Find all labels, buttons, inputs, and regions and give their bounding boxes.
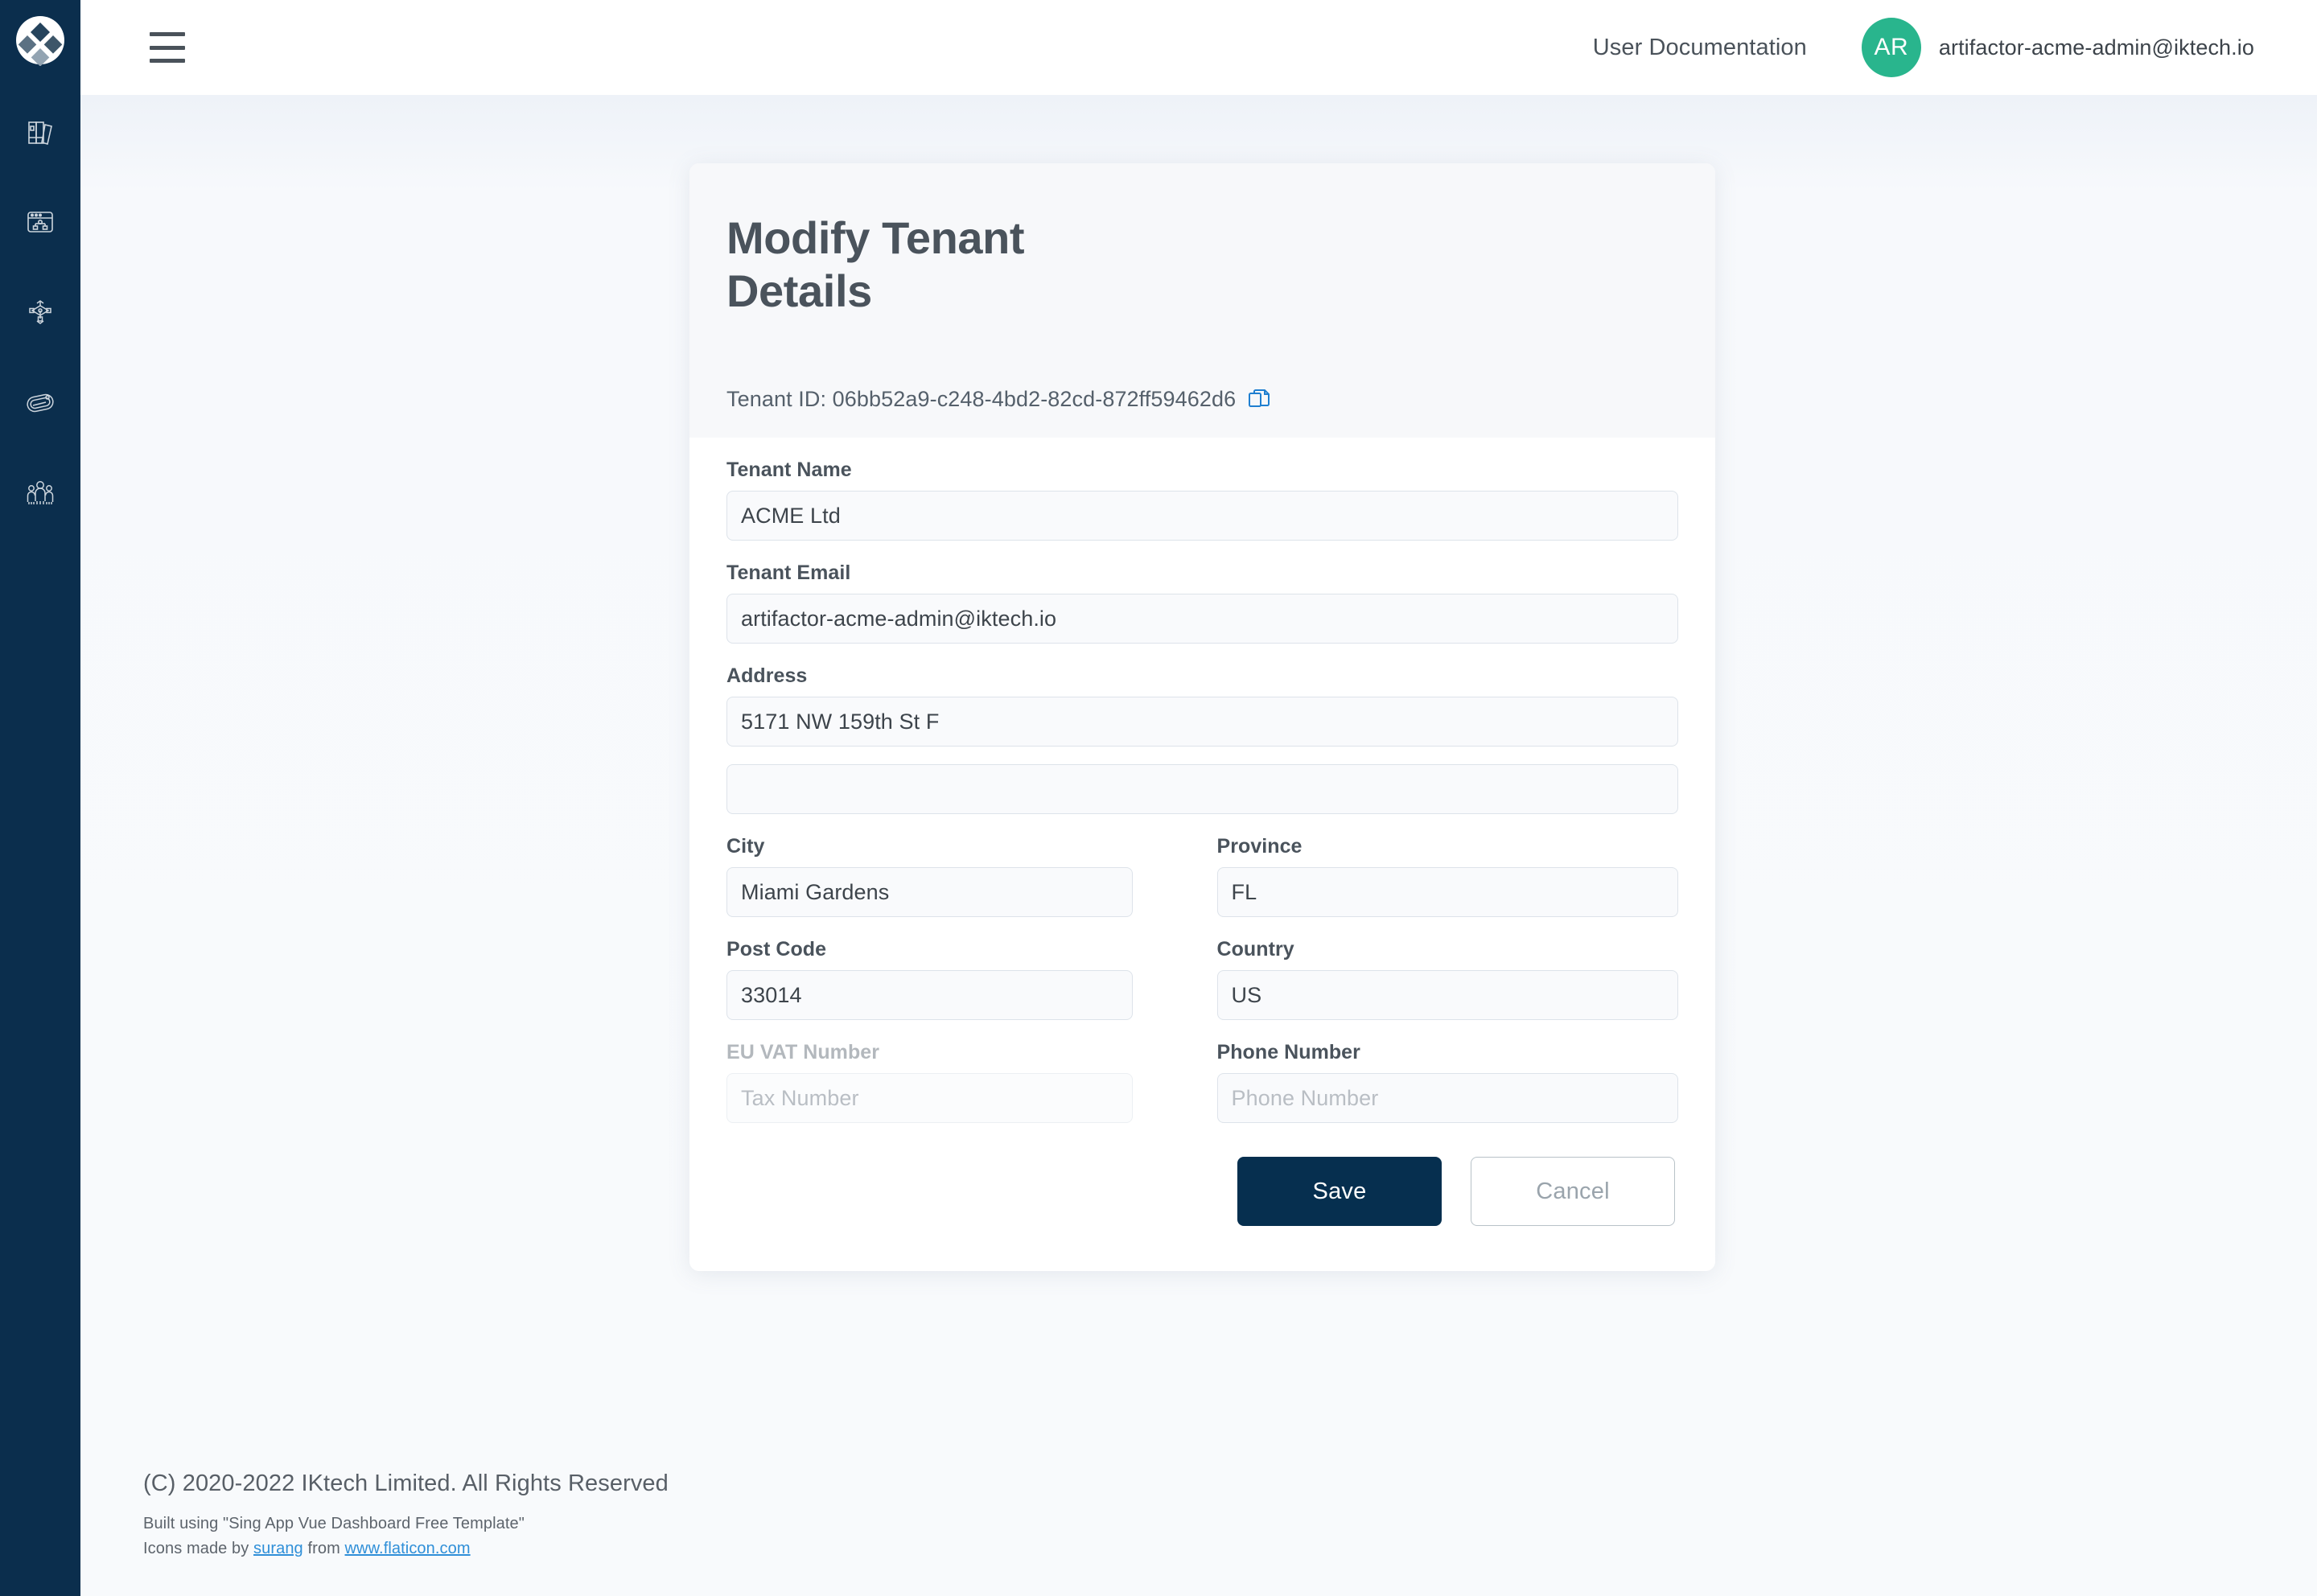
city-input[interactable]: [726, 867, 1133, 918]
country-input[interactable]: [1216, 970, 1678, 1021]
post-code-label: Post Code: [726, 938, 827, 961]
top-header: User Documentation AR artifactor-acme-ad…: [80, 0, 2317, 95]
tenant-email-label: Tenant Email: [726, 561, 851, 585]
icons-credit-text: Icons made by surang from www.flaticon.c…: [143, 1536, 1430, 1561]
user-email-label: artifactor-acme-admin@iktech.io: [1938, 35, 2254, 60]
province-label: Province: [1216, 835, 1303, 858]
icons-credit-middle: from: [302, 1540, 345, 1557]
country-label: Country: [1216, 938, 1294, 961]
flaticon-link[interactable]: www.flaticon.com: [345, 1540, 471, 1557]
sidebar: [0, 0, 80, 1596]
hamburger-icon[interactable]: [150, 32, 185, 63]
row-postcode-country: Post Code Country: [726, 938, 1678, 1021]
header-right-group: User Documentation AR artifactor-acme-ad…: [1593, 18, 2254, 77]
post-code-input[interactable]: [726, 970, 1133, 1021]
address-line1-input[interactable]: [726, 697, 1678, 747]
sidebar-item-library[interactable]: [0, 108, 80, 156]
page-content: Modify Tenant Details Tenant ID: 06bb52a…: [80, 95, 2317, 1596]
paperclip-tag-icon: [27, 393, 54, 413]
tenant-email-input[interactable]: [726, 594, 1678, 644]
hamburger-bar: [150, 32, 185, 36]
hamburger-bar: [150, 45, 185, 50]
field-post-code: Post Code: [726, 938, 1188, 1021]
field-tenant-name: Tenant Name: [726, 459, 1678, 541]
field-eu-vat: EU VAT Number: [726, 1041, 1188, 1124]
cancel-button[interactable]: Cancel: [1471, 1157, 1675, 1227]
row-city-province: City Province: [726, 835, 1678, 918]
row-vat-phone: EU VAT Number Phone Number: [726, 1041, 1678, 1124]
icons-credit-prefix: Icons made by: [143, 1540, 254, 1557]
tenant-name-label: Tenant Name: [726, 459, 852, 482]
save-button[interactable]: Save: [1237, 1157, 1442, 1227]
field-country: Country: [1216, 938, 1678, 1021]
tenant-id-row: Tenant ID: 06bb52a9-c248-4bd2-82cd-872ff…: [726, 387, 1715, 438]
province-input[interactable]: [1216, 867, 1678, 918]
tenant-id-label: Tenant ID: 06bb52a9-c248-4bd2-82cd-872ff…: [726, 387, 1237, 412]
footer: (C) 2020-2022 IKtech Limited. All Rights…: [143, 1471, 1430, 1561]
workflow-window-icon: [27, 212, 53, 232]
card-body: Tenant Name Tenant Email Address City: [689, 438, 1715, 1272]
sidebar-item-artifacts[interactable]: [0, 378, 80, 426]
field-province: Province: [1216, 835, 1678, 918]
tenant-name-input[interactable]: [726, 491, 1678, 541]
sidebar-item-pipelines[interactable]: [0, 288, 80, 336]
network-nodes-icon: [29, 300, 51, 324]
app-logo[interactable]: [14, 14, 66, 66]
sidebar-item-workflows[interactable]: [0, 198, 80, 246]
address-line2-input[interactable]: [726, 764, 1678, 815]
field-city: City: [726, 835, 1188, 918]
modify-tenant-card: Modify Tenant Details Tenant ID: 06bb52a…: [689, 163, 1715, 1272]
copy-documents-icon[interactable]: [1247, 388, 1271, 412]
page-title: Modify Tenant Details: [726, 212, 1025, 317]
card-header: Modify Tenant Details Tenant ID: 06bb52a…: [689, 163, 1715, 438]
sidebar-item-users[interactable]: [0, 468, 80, 516]
phone-label: Phone Number: [1216, 1041, 1360, 1064]
app-logo-diamond-icon: [16, 16, 64, 66]
users-group-icon: [27, 481, 54, 504]
copyright-text: (C) 2020-2022 IKtech Limited. All Rights…: [143, 1471, 669, 1496]
phone-input[interactable]: [1216, 1073, 1678, 1124]
hamburger-bar: [150, 59, 185, 63]
avatar[interactable]: AR: [1861, 18, 1921, 77]
eu-vat-input: [726, 1073, 1133, 1124]
books-icon: [28, 121, 52, 146]
address-label: Address: [726, 664, 808, 688]
field-tenant-email: Tenant Email: [726, 561, 1678, 644]
form-actions: Save Cancel: [726, 1157, 1678, 1227]
icons-author-link[interactable]: surang: [253, 1540, 303, 1557]
built-using-text: Built using "Sing App Vue Dashboard Free…: [143, 1515, 525, 1532]
field-address-line2: [726, 764, 1678, 815]
user-documentation-link[interactable]: User Documentation: [1593, 35, 1807, 61]
city-label: City: [726, 835, 765, 858]
field-address-line1: Address: [726, 664, 1678, 747]
eu-vat-label: EU VAT Number: [726, 1041, 880, 1064]
field-phone: Phone Number: [1216, 1041, 1678, 1124]
